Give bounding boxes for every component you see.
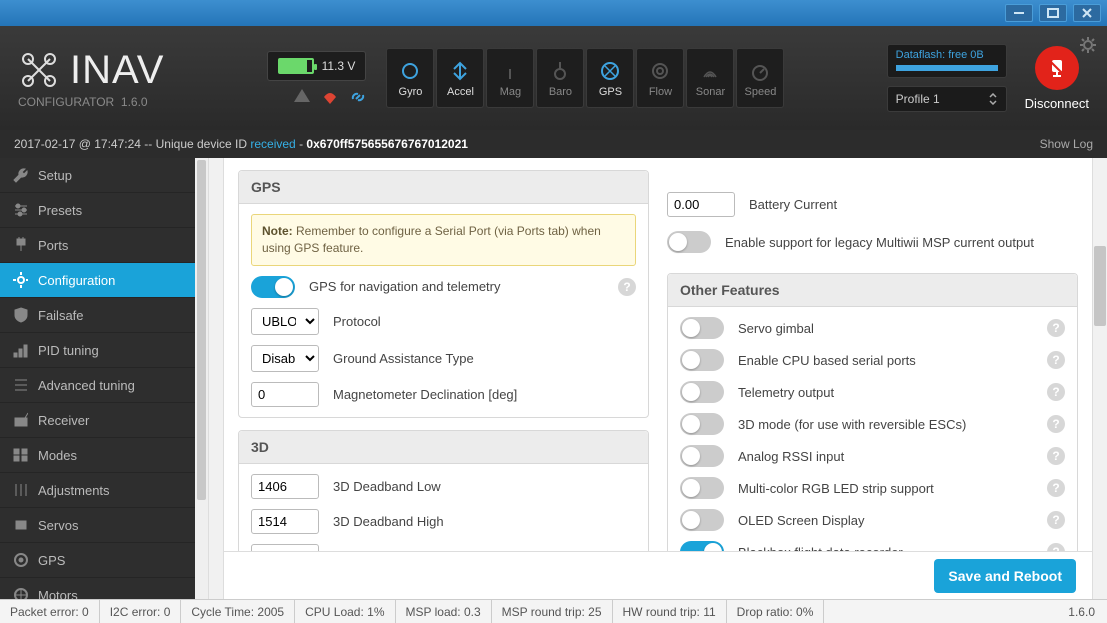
sidebar-item-ports[interactable]: Ports <box>0 228 195 263</box>
gear-icon <box>12 272 28 288</box>
help-icon[interactable]: ? <box>1047 479 1065 497</box>
adjust-icon <box>12 482 28 498</box>
battery-indicator: 11.3 V <box>267 51 367 81</box>
servo-icon <box>12 517 28 533</box>
gps-mag-label: Magnetometer Declination [deg] <box>333 387 636 402</box>
gps-protocol-label: Protocol <box>333 314 636 329</box>
sensor-status-row: GyroAccelMagBaroGPSFlowSonarSpeed <box>386 48 784 108</box>
content-scrollbar[interactable] <box>1094 246 1106 326</box>
sidebar-item-configuration[interactable]: Configuration <box>0 263 195 298</box>
profile-select[interactable]: Profile 1 <box>887 86 1007 112</box>
sidebar-item-presets[interactable]: Presets <box>0 193 195 228</box>
battery-current-input[interactable] <box>667 192 735 217</box>
help-icon[interactable]: ? <box>1047 319 1065 337</box>
help-icon[interactable]: ? <box>618 278 636 296</box>
show-log-link[interactable]: Show Log <box>1040 137 1093 151</box>
status-line: 2017-02-17 @ 17:47:24 -- Unique device I… <box>0 130 1107 158</box>
disconnect-label: Disconnect <box>1025 96 1089 111</box>
sensor-gps: GPS <box>586 48 634 108</box>
wrench-icon <box>12 167 28 183</box>
sidebar-item-modes[interactable]: Modes <box>0 438 195 473</box>
feature-toggle-analog-rssi-input[interactable] <box>680 445 724 467</box>
help-icon[interactable]: ? <box>1047 351 1065 369</box>
modes-icon <box>12 447 28 463</box>
window-close-button[interactable] <box>1073 4 1101 22</box>
help-icon[interactable]: ? <box>1047 415 1065 433</box>
tuning2-icon <box>12 377 28 393</box>
sidebar-item-advanced-tuning[interactable]: Advanced tuning <box>0 368 195 403</box>
warning-icon <box>294 89 310 102</box>
sidebar-item-gps[interactable]: GPS <box>0 543 195 578</box>
gps-enable-toggle[interactable] <box>251 276 295 298</box>
feature-toggle-oled-screen-display[interactable] <box>680 509 724 531</box>
footer-statusbar: Packet error: 0I2C error: 0Cycle Time: 2… <box>0 599 1107 623</box>
sidebar-scrollbar[interactable] <box>195 158 209 599</box>
inav-logo-icon <box>18 49 60 91</box>
feature-toggle-multi-color-rgb-led-strip-support[interactable] <box>680 477 724 499</box>
sidebar-item-motors[interactable]: Motors <box>0 578 195 599</box>
sliders-icon <box>12 202 28 218</box>
help-icon[interactable]: ? <box>1047 447 1065 465</box>
gps-mag-declination-input[interactable] <box>251 382 319 407</box>
gps-ground-label: Ground Assistance Type <box>333 351 636 366</box>
settings-gear-icon[interactable] <box>1079 36 1097 59</box>
feature-toggle-servo-gimbal[interactable] <box>680 317 724 339</box>
sat-icon <box>12 552 28 568</box>
radio-icon <box>12 412 28 428</box>
help-icon[interactable]: ? <box>1047 511 1065 529</box>
gps-note: Note: Remember to configure a Serial Por… <box>251 214 636 266</box>
sensor-mag: Mag <box>486 48 534 108</box>
sensor-speed: Speed <box>736 48 784 108</box>
parachute-icon <box>322 89 338 105</box>
sidebar-item-receiver[interactable]: Receiver <box>0 403 195 438</box>
sensor-gyro: Gyro <box>386 48 434 108</box>
link-icon <box>350 89 366 105</box>
battery-voltage: 11.3 V <box>322 59 356 73</box>
feature-toggle-3d-mode-for-use-with-reversible-escs-[interactable] <box>680 413 724 435</box>
legacy-msp-toggle[interactable] <box>667 231 711 253</box>
3d-3d-deadband-low-input[interactable] <box>251 474 319 499</box>
shield-icon <box>12 307 28 323</box>
dataflash-label: Dataflash: free 0B <box>896 49 998 61</box>
sensor-baro: Baro <box>536 48 584 108</box>
save-and-reboot-button[interactable]: Save and Reboot <box>934 559 1076 593</box>
legacy-msp-label: Enable support for legacy Multiwii MSP c… <box>725 235 1078 250</box>
logo-text: INAV <box>70 48 164 93</box>
sensor-sonar: Sonar <box>686 48 734 108</box>
tuning-icon <box>12 342 28 358</box>
gps-panel: GPS Note: Remember to configure a Serial… <box>238 170 649 418</box>
3d-3d-deadband-high-input[interactable] <box>251 509 319 534</box>
sensor-accel: Accel <box>436 48 484 108</box>
configurator-label: CONFIGURATOR 1.6.0 <box>18 95 164 109</box>
motor-icon <box>12 587 28 599</box>
gps-enable-label: GPS for navigation and telemetry <box>309 279 604 294</box>
sensor-flow: Flow <box>636 48 684 108</box>
sidebar-item-failsafe[interactable]: Failsafe <box>0 298 195 333</box>
window-minimize-button[interactable] <box>1005 4 1033 22</box>
sidebar-item-servos[interactable]: Servos <box>0 508 195 543</box>
other-features-title: Other Features <box>668 274 1077 307</box>
sidebar: SetupPresetsPortsConfigurationFailsafePI… <box>0 158 195 599</box>
sidebar-item-setup[interactable]: Setup <box>0 158 195 193</box>
feature-toggle-telemetry-output[interactable] <box>680 381 724 403</box>
disconnect-button[interactable] <box>1035 46 1079 90</box>
sidebar-item-adjustments[interactable]: Adjustments <box>0 473 195 508</box>
window-titlebar <box>0 0 1107 26</box>
gps-panel-title: GPS <box>239 171 648 204</box>
battery-icon <box>278 58 314 74</box>
dataflash-indicator[interactable]: Dataflash: free 0B <box>887 44 1007 78</box>
app-header: INAV CONFIGURATOR 1.6.0 11.3 V GyroAccel… <box>0 26 1107 130</box>
battery-current-label: Battery Current <box>749 197 837 212</box>
plug-icon <box>12 237 28 253</box>
help-icon[interactable]: ? <box>1047 383 1065 401</box>
3d-panel-title: 3D <box>239 431 648 464</box>
footer-version: 1.6.0 <box>1058 600 1107 623</box>
other-features-panel: Other Features Servo gimbal?Enable CPU b… <box>667 273 1078 574</box>
gps-protocol-select[interactable]: UBLOX <box>251 308 319 335</box>
window-maximize-button[interactable] <box>1039 4 1067 22</box>
feature-toggle-enable-cpu-based-serial-ports[interactable] <box>680 349 724 371</box>
sidebar-item-pid-tuning[interactable]: PID tuning <box>0 333 195 368</box>
gps-ground-assistance-select[interactable]: Disable <box>251 345 319 372</box>
